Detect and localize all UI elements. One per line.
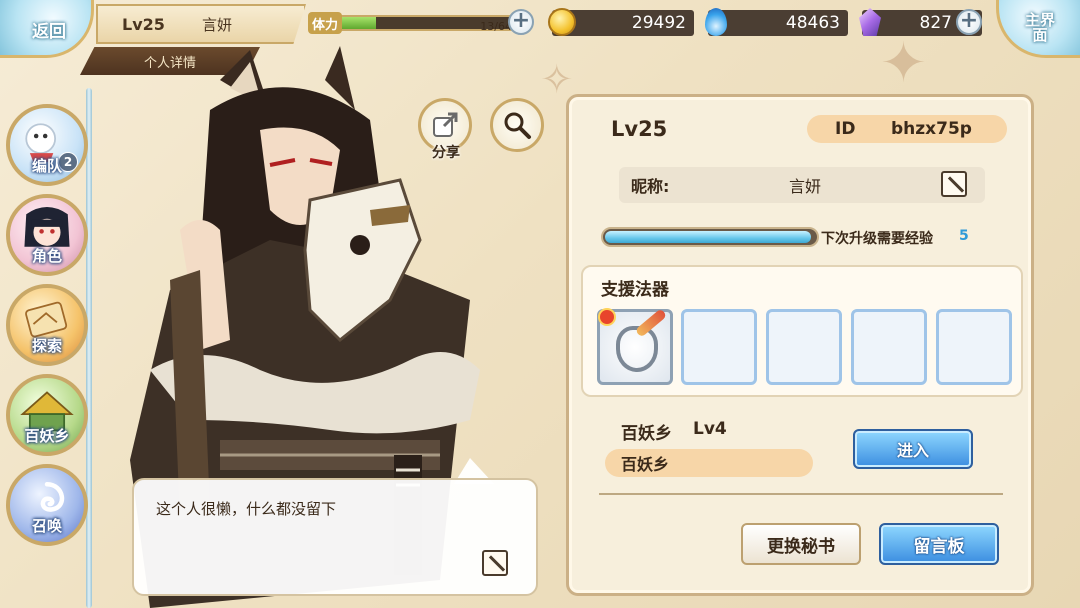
artifact-slot-2[interactable] [681,309,757,385]
nickname-label: 昵称: [631,177,670,196]
bio-bubble: 这个人很懒，什么都没留下 [132,478,538,596]
home-label: 主界面 [1024,11,1055,44]
artifact-rank-icon [598,308,616,326]
nav-label: 召唤 [31,517,62,535]
player-level: Lv25 [122,14,165,34]
nickname-value: 言妍 [789,177,822,196]
village-level: Lv4 [693,419,727,439]
nickname-row: 昵称: 言妍 [619,167,985,203]
player-id: ID bhzx75p [807,115,1007,143]
artifact-slot-5[interactable] [936,309,1012,385]
star-decoration: ✦ [880,31,927,96]
rail-decoration [86,88,92,608]
player-name: 言妍 [202,15,233,34]
left-nav: 2 编队 角色 探索 百妖乡 召唤 [0,68,96,608]
stamina-label: 体力 [308,12,342,34]
stamina-fill [340,17,376,29]
nav-formation[interactable]: 2 编队 [6,104,88,186]
nav-summon[interactable]: 召唤 [6,464,88,546]
village-tag-text: 百妖乡 [621,455,670,474]
share-label: 分享 [432,145,460,161]
edit-nickname-icon[interactable] [941,171,967,197]
player-level-plate: Lv25 言妍 [96,4,306,44]
artifact-charm-icon [616,326,658,372]
support-artifacts: 支援法器 [581,265,1023,397]
nav-hundred-demon-village[interactable]: 百妖乡 [6,374,88,456]
nav-characters[interactable]: 角色 [6,194,88,276]
artifact-slot-4[interactable] [851,309,927,385]
nav-explore[interactable]: 探索 [6,284,88,366]
add-crystal-button[interactable]: + [956,9,982,35]
exp-fill [605,231,811,243]
blue-flame-icon [700,6,732,38]
nav-label: 编队 [31,157,62,175]
exp-bar [601,227,819,247]
back-label: 返回 [32,21,66,42]
stamina-bar: 体力 13/64 [308,8,536,38]
id-value: bhzx75p [891,119,972,139]
search-button[interactable] [490,98,544,152]
gold-value: 29492 [631,13,686,33]
profile-level: Lv25 [611,117,668,141]
enter-village-button[interactable]: 进入 [853,429,973,469]
crystal-value: 827 [919,13,952,33]
exp-value: 5 [959,228,969,244]
divider [599,493,1003,495]
flame-value: 48463 [785,13,840,33]
profile-panel: Lv25 ID bhzx75p 昵称: 言妍 下次升级需要经验 5 支援法器 百… [566,94,1034,596]
add-stamina-button[interactable]: + [508,9,534,35]
gold-coin-icon [546,6,578,38]
artifact-slot-1[interactable] [597,308,673,385]
edit-bio-icon[interactable] [482,550,508,576]
nav-label: 探索 [31,337,62,355]
village-name: 百妖乡 [621,424,672,444]
id-label: ID [835,119,856,139]
artifact-slot-3[interactable] [766,309,842,385]
village-tag: 百妖乡 [605,449,813,477]
message-board-button[interactable]: 留言板 [879,523,999,565]
change-secretary-button[interactable]: 更换秘书 [741,523,861,565]
nav-label: 角色 [31,247,62,265]
nav-label: 百妖乡 [24,427,70,445]
bio-text: 这个人很懒，什么都没留下 [156,500,337,518]
crystal-icon [854,6,886,38]
exp-label: 下次升级需要经验 [821,231,933,247]
support-title: 支援法器 [601,280,669,300]
share-icon [433,112,458,137]
search-icon [504,112,531,139]
